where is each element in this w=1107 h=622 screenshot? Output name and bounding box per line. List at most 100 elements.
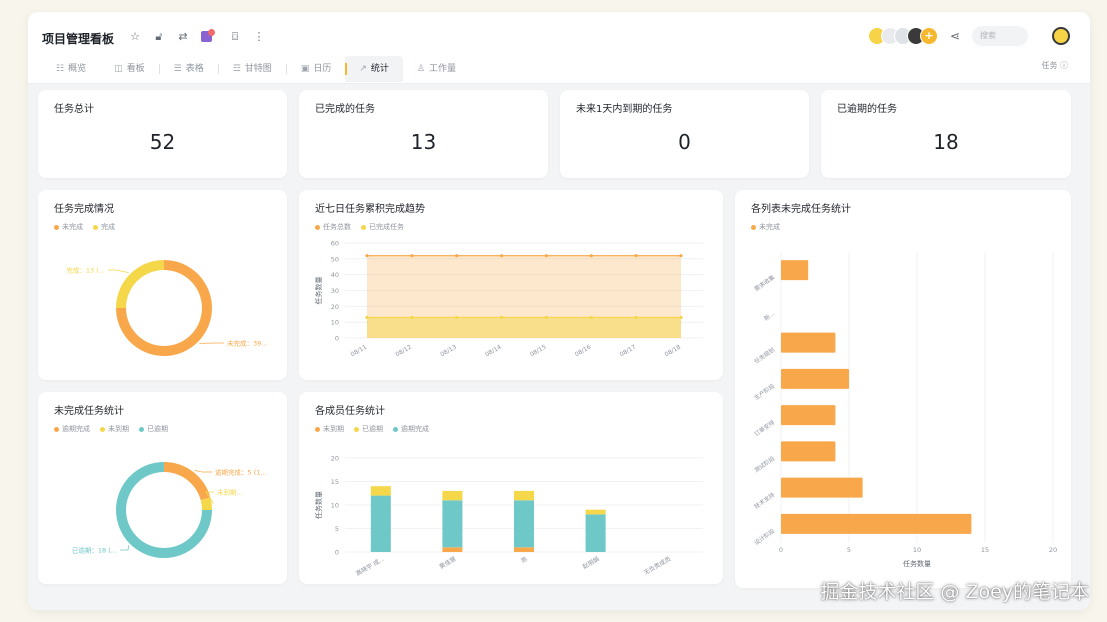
x-tick-label: 20 xyxy=(1049,546,1057,554)
y-tick-label: 需求收集 xyxy=(753,273,777,293)
bar xyxy=(781,332,836,353)
tab-workload[interactable]: ♙ 工作量 xyxy=(403,56,470,82)
completion-donut-chart: 未完成：39... 完成：13 (... xyxy=(66,260,267,356)
slice-label: 完成：13 (... xyxy=(66,266,105,275)
members-panel: 各成员任务统计 未到期 已逾期 逾期完成 0 5 10 15 20 任务数量 高晓宇 成..… xyxy=(299,392,723,584)
donut-slice xyxy=(164,462,211,501)
y-tick-label: 新... xyxy=(762,309,776,322)
slice-label: 已逾期：18 (... xyxy=(72,546,117,555)
y-axis-label: 任务数量 xyxy=(314,277,323,305)
x-tick-label: 陈 xyxy=(520,555,529,565)
slice-leader-line xyxy=(120,545,130,551)
share-icon[interactable]: ⋖ xyxy=(948,29,962,43)
stat-value: 18 xyxy=(933,130,959,154)
stat-card-due-soon: 未来1天内到期的任务 0 xyxy=(560,90,809,178)
x-tick-label: 10 xyxy=(913,546,921,554)
chart-icon: ↗ xyxy=(359,64,367,74)
bar-segment xyxy=(370,495,391,552)
y-axis-label: 任务数量 xyxy=(314,491,323,519)
bar-segment xyxy=(442,490,463,501)
data-point xyxy=(589,315,593,320)
tab-calendar[interactable]: ▣ 日历 xyxy=(287,56,346,82)
stat-card-overdue: 已逾期的任务 18 xyxy=(821,90,1071,178)
tab-label: 概览 xyxy=(68,64,87,74)
kanban-icon: ◫ xyxy=(114,64,123,74)
watermark: 掘金技术社区 @ Zoey的笔记本 xyxy=(820,581,1089,603)
y-tick-label: 5 xyxy=(335,525,339,533)
x-axis-label: 任务数量 xyxy=(903,559,931,568)
tab-label: 表格 xyxy=(185,64,204,74)
stat-label: 未来1天内到期的任务 xyxy=(576,104,673,115)
y-tick-label: 技术支持 xyxy=(753,491,777,511)
data-point xyxy=(679,315,683,320)
stat-value: 13 xyxy=(410,130,437,154)
bar-segment xyxy=(370,486,391,496)
more-icon[interactable]: ⋮ xyxy=(252,30,266,44)
data-point xyxy=(634,254,638,258)
bar-segment xyxy=(585,509,606,515)
tab-gantt[interactable]: ☲ 甘特图 xyxy=(219,56,286,82)
slice-leader-line xyxy=(194,469,212,473)
data-point xyxy=(499,315,504,320)
star-icon[interactable]: ☆ xyxy=(128,30,142,44)
data-point xyxy=(365,254,369,258)
y-tick-label: 20 xyxy=(331,455,339,463)
lock-icon[interactable]: 🔓︎ xyxy=(152,30,166,44)
task-help-link[interactable]: 任务 ⓘ xyxy=(1041,60,1068,71)
swap-icon[interactable]: ⇄ xyxy=(176,30,190,44)
bot-icon[interactable]: ⌼ xyxy=(228,30,242,44)
x-tick-label: 高晓宇 成... xyxy=(354,555,385,578)
x-tick-label: 黄佳慧 xyxy=(438,555,458,571)
bar-segment xyxy=(514,500,534,548)
data-point xyxy=(455,254,459,258)
y-tick-label: 50 xyxy=(331,255,339,263)
x-tick-label: 08/16 xyxy=(574,344,593,359)
y-tick-label: 10 xyxy=(331,319,339,327)
data-point xyxy=(455,315,459,320)
x-tick-label: 08/13 xyxy=(439,344,458,359)
tab-statistics[interactable]: ↗ 统计 xyxy=(345,56,403,82)
tab-label: 甘特图 xyxy=(244,64,272,74)
data-point xyxy=(634,315,638,320)
workload-icon: ♙ xyxy=(416,64,425,74)
x-tick-label: 08/14 xyxy=(484,344,503,359)
user-avatar[interactable] xyxy=(1052,27,1070,45)
bar xyxy=(781,513,972,534)
stat-value: 52 xyxy=(149,130,176,154)
bar-segment xyxy=(585,514,606,552)
stat-label: 任务总计 xyxy=(54,104,94,115)
tab-label: 日历 xyxy=(313,64,332,74)
y-tick-label: 20 xyxy=(331,303,339,311)
tab-overview[interactable]: ☷ 概览 xyxy=(42,56,100,82)
grid-icon: ☷ xyxy=(56,64,65,74)
y-tick-label: 0 xyxy=(335,549,339,557)
page-title: 项目管理看板 xyxy=(42,32,115,46)
tab-kanban[interactable]: ◫ 看板 xyxy=(100,56,159,82)
lists-bar-chart: 0 5 10 15 20 任务数量 需求收集新... 任务规划生产阶段订单安排测试阶段技术支持… xyxy=(753,252,1057,568)
header-tools: + ⋖ 搜索 xyxy=(868,26,1070,46)
data-point xyxy=(589,254,593,258)
data-point xyxy=(365,315,369,320)
stat-value: 0 xyxy=(678,130,691,154)
x-tick-label: 15 xyxy=(981,546,989,554)
bar xyxy=(781,441,836,462)
data-point xyxy=(410,315,414,320)
y-tick-label: 订单安排 xyxy=(753,418,777,438)
app-cube-icon[interactable] xyxy=(200,29,218,45)
search-input[interactable]: 搜索 xyxy=(972,26,1028,46)
data-point xyxy=(499,254,504,258)
x-tick-label: 无负责成员 xyxy=(642,555,672,577)
data-point xyxy=(544,315,549,320)
dashboard-window: 项目管理看板 ☆ 🔓︎ ⇄ ⌼ ⋮ ☷ 概览 ◫ 看板 ☰ 表格 ☲ 甘特图 ▣ 日历 ↗… xyxy=(28,12,1090,610)
member-avatars[interactable]: + xyxy=(868,27,938,45)
add-member-icon[interactable]: + xyxy=(920,27,938,45)
bar xyxy=(781,260,809,281)
gantt-icon: ☲ xyxy=(232,64,241,74)
slice-label: 逾期完成：5 (1... xyxy=(215,468,267,477)
top-bar: 项目管理看板 ☆ 🔓︎ ⇄ ⌼ ⋮ ☷ 概览 ◫ 看板 ☰ 表格 ☲ 甘特图 ▣ 日历 ↗… xyxy=(28,12,1090,84)
x-tick-label: 5 xyxy=(847,546,851,554)
y-tick-label: 任务规划 xyxy=(753,346,777,366)
series-area xyxy=(367,317,681,338)
tab-table[interactable]: ☰ 表格 xyxy=(160,56,218,82)
data-point xyxy=(410,254,414,258)
